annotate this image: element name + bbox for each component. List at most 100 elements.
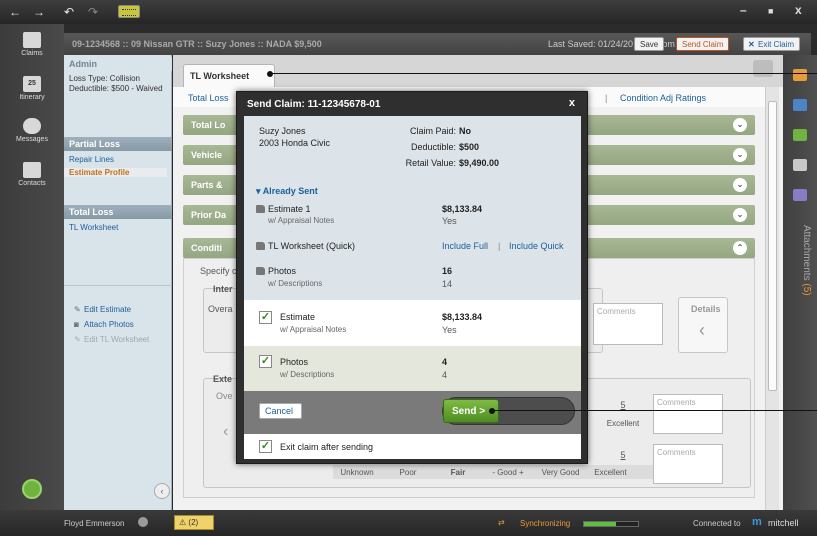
include-quick-link[interactable]: Include Quick: [509, 241, 564, 251]
mitchell-logo-icon[interactable]: [22, 479, 42, 499]
partial-loss-header[interactable]: Partial Loss: [64, 137, 172, 151]
sent-estimate-value: $8,133.84: [442, 204, 483, 214]
save-button[interactable]: Save: [634, 37, 665, 51]
sent-photos-descriptions: 14: [442, 279, 453, 289]
rating-excellent: Excellent: [606, 419, 640, 428]
nav-contacts[interactable]: Contacts: [0, 162, 64, 187]
calendar-icon: 25: [23, 76, 41, 92]
photos-label: Photos: [280, 357, 309, 367]
printer-icon[interactable]: [753, 60, 773, 77]
keyboard-icon[interactable]: [118, 5, 140, 18]
deductible-label: Deductible:: [410, 142, 456, 152]
rating-excellent-scale[interactable]: Excellent: [588, 468, 633, 477]
section-title: Vehicle: [191, 150, 223, 160]
status-bar: Floyd Emmerson ⚠ (2) ⇄ Synchronizing Con…: [0, 510, 817, 536]
details-button[interactable]: Details ‹: [678, 297, 728, 353]
vehicle-text: 2003 Honda Civic: [259, 138, 331, 148]
section-title: Total Lo: [191, 120, 226, 130]
admin-header[interactable]: Admin: [64, 57, 172, 71]
exit-after-sending-checkbox[interactable]: ✓: [259, 440, 272, 453]
nav-itinerary[interactable]: 25 Itinerary: [0, 76, 64, 101]
sync-progress-fill: [584, 522, 617, 526]
nav-messages[interactable]: Messages: [0, 118, 64, 143]
audio-icon[interactable]: [793, 129, 807, 141]
rating-unknown[interactable]: Unknown: [337, 468, 377, 477]
sent-estimate-label: Estimate 1: [268, 204, 311, 214]
estimate-label: Estimate: [280, 312, 316, 322]
minimize-button[interactable]: –: [740, 3, 747, 17]
image-icon[interactable]: [793, 189, 807, 201]
undo-icon[interactable]: ↶: [60, 3, 78, 21]
subtab-total-loss[interactable]: Total Loss: [188, 93, 229, 103]
nav-claims[interactable]: Claims: [0, 32, 64, 57]
sent-tl-worksheet-name: TL Worksheet (Quick): [256, 241, 355, 251]
section-title: Parts &: [191, 180, 223, 190]
pencil-icon: ✎: [74, 305, 81, 314]
total-loss-header[interactable]: Total Loss: [64, 205, 172, 219]
claim-left-panel: Admin Loss Type: Collision Deductible: $…: [64, 55, 172, 510]
interior-overall-label: Overa: [208, 304, 233, 314]
edit-estimate-action[interactable]: ✎ Edit Estimate: [74, 305, 131, 314]
photos-count: 4: [442, 357, 448, 367]
main-scrollbar[interactable]: [765, 87, 779, 512]
cancel-button[interactable]: Cancel: [259, 403, 302, 419]
chevron-down-icon: ⌄: [733, 118, 747, 132]
rating-poor[interactable]: Poor: [393, 468, 423, 477]
estimate-value: $8,133.84: [442, 312, 483, 322]
chevron-down-icon: ⌄: [733, 208, 747, 222]
interior-comments[interactable]: Comments: [593, 303, 663, 345]
rating-value[interactable]: 5: [613, 400, 633, 410]
sent-estimate-name: Estimate 1: [256, 204, 311, 214]
exit-claim-label: Exit Claim: [758, 40, 795, 49]
close-dialog-button[interactable]: x: [569, 97, 575, 109]
alerts-button[interactable]: ⚠ (2): [174, 515, 214, 530]
exit-claim-button[interactable]: ✕ Exit Claim: [743, 37, 801, 51]
claim-paid-value: No: [459, 126, 471, 136]
exterior-comments[interactable]: Comments: [653, 394, 723, 434]
gear-icon[interactable]: [138, 517, 148, 527]
rating-value[interactable]: 5: [613, 450, 633, 460]
back-arrow-icon[interactable]: ←: [6, 3, 24, 21]
chevron-down-icon: ⌄: [733, 148, 747, 162]
send-claim-button[interactable]: Send Claim: [676, 37, 730, 51]
forward-arrow-icon[interactable]: →: [30, 3, 48, 21]
attachments-count: (5): [801, 283, 812, 296]
attachments-tab[interactable]: Attachments (5): [792, 225, 812, 335]
interior-label: Inter: [213, 284, 233, 294]
collapse-panel-button[interactable]: ‹: [154, 483, 170, 499]
rating-good[interactable]: - Good +: [488, 468, 528, 477]
rating-fair[interactable]: Fair: [443, 468, 473, 477]
include-full-link[interactable]: Include Full: [442, 241, 488, 251]
attachments-tool-icon[interactable]: [793, 69, 807, 81]
tab-tl-worksheet[interactable]: TL Worksheet: [183, 64, 275, 87]
estimate-profile-link[interactable]: Estimate Profile: [64, 168, 167, 177]
maximize-button[interactable]: ■: [768, 6, 773, 16]
callout-marker: [267, 71, 273, 77]
sync-text: Synchronizing: [520, 519, 571, 528]
chevron-left-icon[interactable]: ‹: [223, 423, 228, 441]
estimate-checkbox[interactable]: ✓: [259, 311, 272, 324]
messages-icon: [23, 118, 41, 134]
people-icon[interactable]: [793, 99, 807, 111]
edit-tl-worksheet-action: ✎ Edit TL Worksheet: [74, 335, 149, 344]
warning-icon: ⚠: [179, 518, 187, 527]
photos-checkbox[interactable]: ✓: [259, 355, 272, 368]
section-title: Prior Da: [191, 210, 227, 220]
nav-contacts-label: Contacts: [18, 180, 46, 187]
attach-photos-label: Attach Photos: [84, 320, 134, 329]
divider: [64, 285, 172, 286]
repair-lines-link[interactable]: Repair Lines: [69, 155, 114, 164]
close-window-button[interactable]: x: [795, 3, 802, 17]
already-sent-toggle[interactable]: ▾ Already Sent: [256, 186, 318, 197]
link-separator: |: [498, 241, 501, 251]
rating-very-good[interactable]: Very Good: [538, 468, 583, 477]
tl-worksheet-link[interactable]: TL Worksheet: [69, 223, 118, 232]
subtab-condition-adj-ratings[interactable]: Condition Adj Ratings: [620, 93, 706, 103]
mitchell-brand-icon: m: [752, 516, 762, 528]
notes-icon[interactable]: [793, 159, 807, 171]
scrollbar-thumb[interactable]: [768, 101, 777, 391]
redo-icon[interactable]: ↷: [84, 3, 102, 21]
tab-bar: TL Worksheet: [173, 55, 783, 87]
attach-photos-action[interactable]: ◙ Attach Photos: [74, 320, 134, 329]
exterior-comments[interactable]: Comments: [653, 444, 723, 484]
